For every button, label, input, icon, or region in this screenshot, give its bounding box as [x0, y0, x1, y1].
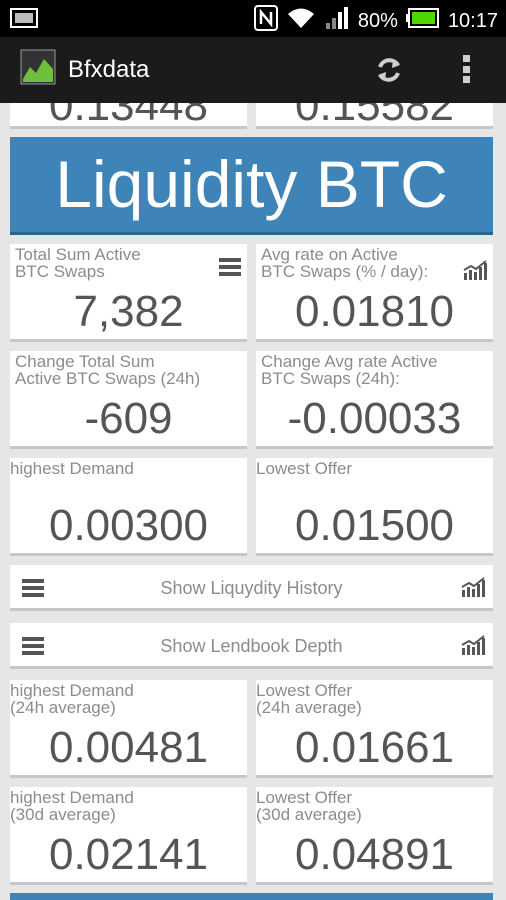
next-section-banner [10, 893, 493, 900]
show-liquidity-history-button[interactable]: Show Liquydity History [10, 565, 493, 611]
card-value: 7,382 [73, 287, 184, 336]
card-value: -0.00033 [287, 394, 462, 443]
app-chart-icon [20, 49, 56, 85]
clock: 10:17 [447, 9, 498, 32]
highest-demand-card: highest Demand 0.00300 [10, 458, 247, 556]
card-label: highest Demand (30d average) [10, 788, 134, 824]
card-value: -609 [84, 394, 173, 443]
card-label: Change Avg rate Active BTC Swaps (24h): [261, 352, 438, 388]
lowest-offer-24h-card: Lowest Offer (24h average) 0.01661 [256, 680, 493, 778]
highest-demand-24h-card: highest Demand (24h average) 0.00481 [10, 680, 247, 778]
status-bar: 80% 10:17 [0, 0, 506, 37]
top-right-card: 0.15582 [256, 103, 493, 129]
nfc-icon [253, 5, 278, 37]
list-icon[interactable] [219, 258, 241, 281]
lowest-offer-30d-card: Lowest Offer (30d average) 0.04891 [256, 787, 493, 885]
show-lendbook-depth-button[interactable]: Show Lendbook Depth [10, 623, 493, 669]
card-label: Lowest Offer (24h average) [256, 681, 362, 717]
app-title: Bfxdata [68, 56, 150, 83]
liquidity-banner: Liquidity BTC [10, 137, 493, 235]
chart-icon[interactable] [463, 260, 487, 285]
signal-icon [324, 6, 350, 36]
top-left-value: 0.13448 [48, 103, 209, 129]
overflow-menu-icon[interactable] [452, 51, 480, 87]
card-value: 0.00481 [48, 723, 209, 772]
card-value: 0.02141 [48, 830, 209, 879]
card-label: Lowest Offer [256, 459, 353, 478]
battery-icon [405, 8, 440, 34]
chart-icon[interactable] [461, 577, 485, 602]
change-total-card: Change Total Sum Active BTC Swaps (24h) -… [10, 351, 247, 449]
card-label: highest Demand [10, 459, 134, 478]
button-label: Show Liquydity History [160, 578, 343, 598]
wifi-icon [286, 6, 316, 36]
card-value: 0.01500 [294, 501, 455, 550]
card-value: 0.01661 [294, 723, 455, 772]
chart-icon[interactable] [461, 635, 485, 660]
avg-rate-card: Avg rate on Active BTC Swaps (% / day): 0… [256, 244, 493, 342]
card-label: Avg rate on Active BTC Swaps (% / day): [261, 245, 429, 281]
battery-percent: 80% [357, 9, 398, 32]
card-value: 0.01810 [294, 287, 455, 336]
top-right-value: 0.15582 [294, 103, 455, 129]
card-value: 0.00300 [48, 501, 209, 550]
highest-demand-30d-card: highest Demand (30d average) 0.02141 [10, 787, 247, 885]
change-avg-card: Change Avg rate Active BTC Swaps (24h): -… [256, 351, 493, 449]
card-label: Total Sum Active BTC Swaps [15, 245, 141, 281]
card-label: Lowest Offer (30d average) [256, 788, 362, 824]
button-label: Show Lendbook Depth [160, 636, 343, 656]
action-bar: Bfxdata [0, 37, 506, 103]
card-label: Change Total Sum Active BTC Swaps (24h) [15, 352, 201, 388]
refresh-icon[interactable] [372, 53, 406, 87]
card-label: highest Demand (24h average) [10, 681, 134, 717]
total-sum-card: Total Sum Active BTC Swaps 7,382 [10, 244, 247, 342]
top-left-card: 0.13448 [10, 103, 247, 129]
card-value: 0.04891 [294, 830, 455, 879]
screenshot-notification-icon [10, 8, 38, 33]
lowest-offer-card: Lowest Offer 0.01500 [256, 458, 493, 556]
